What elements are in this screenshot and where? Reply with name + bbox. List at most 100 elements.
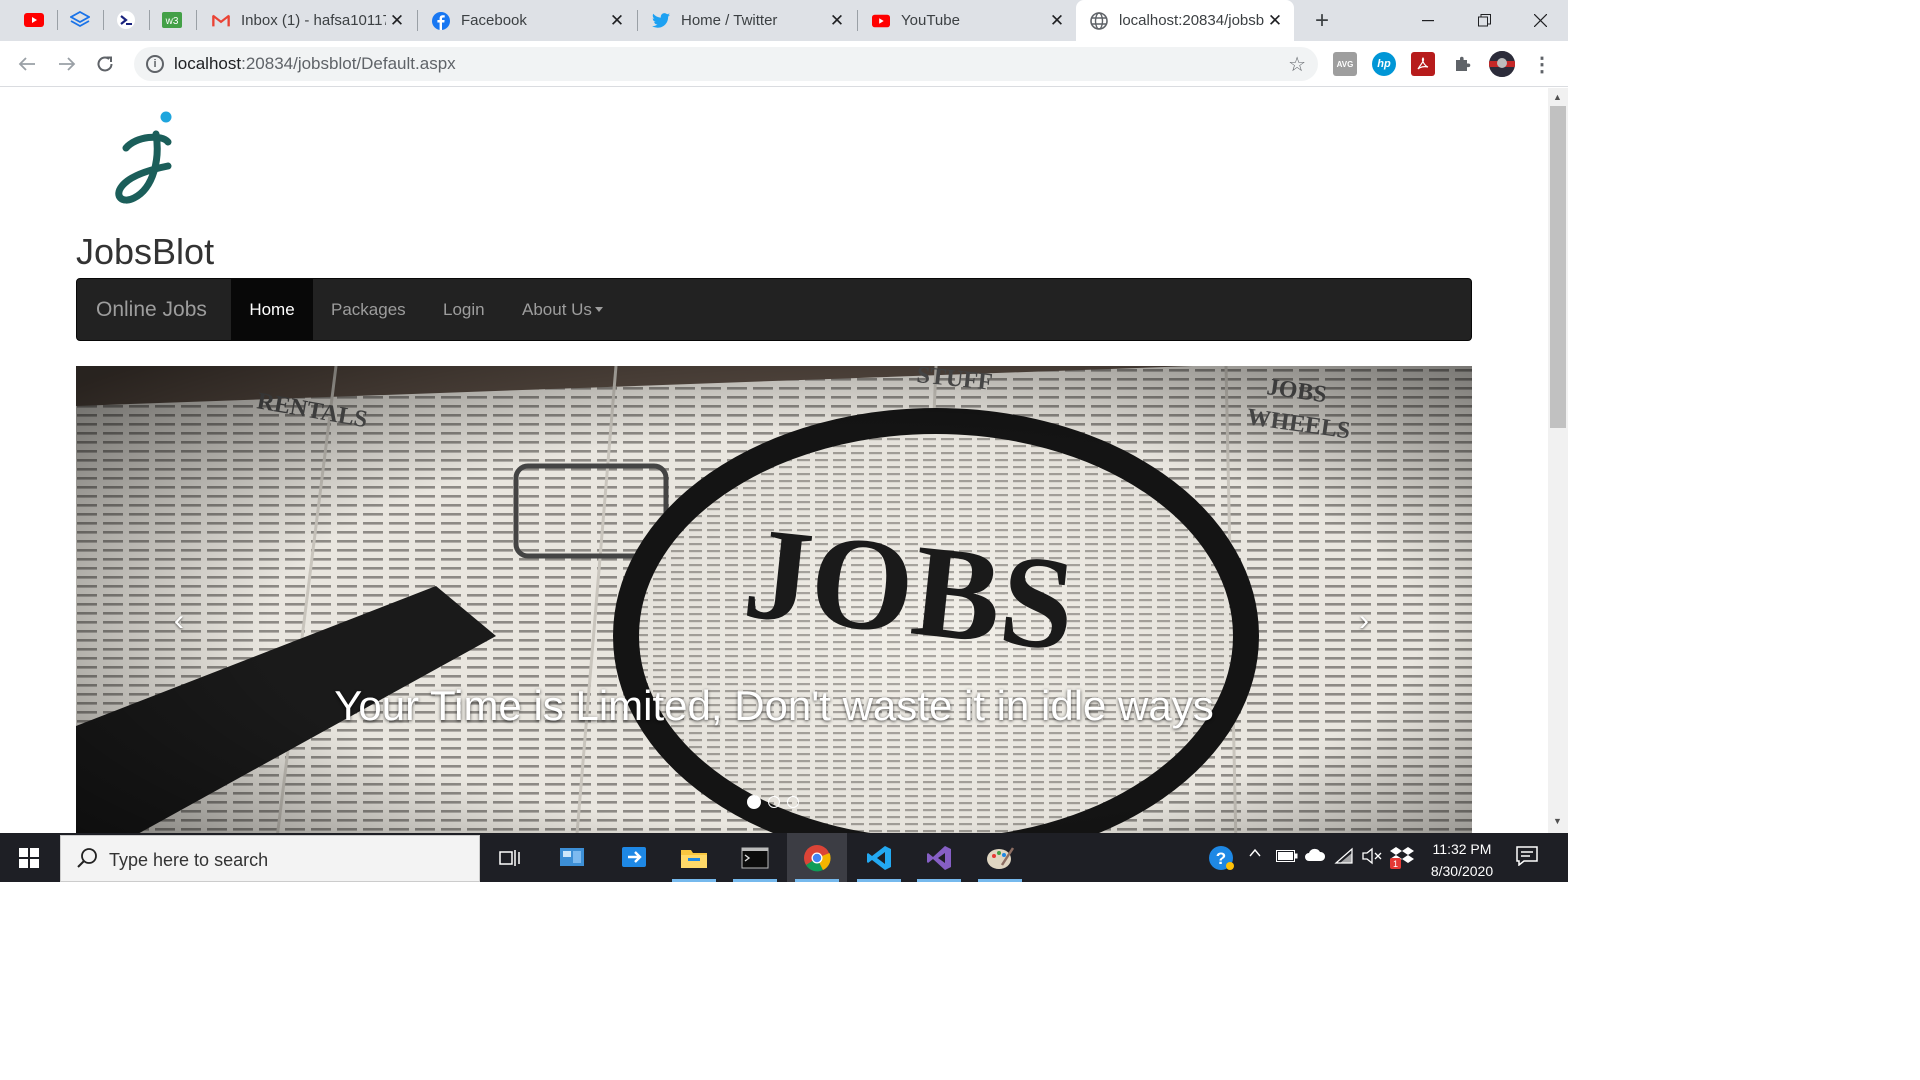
carousel-indicators — [747, 795, 799, 809]
profile-avatar[interactable] — [1489, 51, 1515, 77]
gmail-icon — [212, 12, 230, 30]
close-tab-icon[interactable]: ✕ — [826, 10, 848, 32]
layers-icon — [70, 11, 90, 28]
taskbar-app-cmd[interactable] — [725, 833, 785, 882]
command-prompt-icon — [741, 847, 769, 868]
back-button[interactable] — [12, 49, 42, 79]
wifi-icon[interactable] — [1334, 847, 1354, 869]
pinned-tab-terminal[interactable] — [104, 5, 148, 35]
pinned-tab-app[interactable]: w3 — [150, 5, 194, 35]
tab-youtube[interactable]: YouTube ✕ — [858, 0, 1076, 41]
nav-item-home[interactable]: Home — [231, 279, 313, 340]
youtube-icon — [24, 13, 44, 27]
vscode-icon — [867, 845, 891, 870]
search-icon — [77, 848, 97, 868]
start-button[interactable] — [0, 833, 58, 882]
restore-icon — [1477, 14, 1491, 27]
url-text[interactable]: localhost:20834/jobsblot/Default.aspx — [174, 54, 456, 74]
facebook-icon — [432, 11, 450, 30]
reload-button[interactable] — [90, 49, 120, 79]
forward-button[interactable] — [52, 49, 82, 79]
restore-button[interactable] — [1456, 0, 1512, 41]
taskbar-app-paint[interactable] — [970, 833, 1030, 882]
new-tab-button[interactable]: + — [1307, 6, 1337, 36]
tab-facebook[interactable]: Facebook ✕ — [418, 0, 636, 41]
taskbar-app-control-panel[interactable] — [542, 833, 602, 882]
scroll-up-icon[interactable]: ▲ — [1553, 92, 1562, 102]
hp-icon[interactable]: hp — [1372, 52, 1396, 76]
paint-palette-icon — [987, 846, 1014, 869]
task-view-icon — [499, 849, 520, 866]
search-placeholder: Type here to search — [109, 850, 269, 870]
action-center-button[interactable] — [1516, 846, 1538, 870]
taskbar-app-file-explorer[interactable] — [664, 833, 724, 882]
carousel-indicator[interactable] — [747, 795, 761, 809]
youtube-icon — [872, 12, 890, 30]
acrobat-icon[interactable] — [1411, 52, 1435, 76]
svg-text:?: ? — [1216, 849, 1226, 868]
minimize-button[interactable] — [1400, 0, 1456, 41]
tab-gmail[interactable]: Inbox (1) - hafsa10117 ✕ — [198, 0, 416, 41]
notification-icon — [1516, 846, 1538, 867]
tab-title: Inbox (1) - hafsa10117 — [241, 12, 386, 29]
info-icon[interactable]: i — [146, 55, 164, 73]
newspaper-jobs-image: RENTALS JOBS WHEELS STUFF JOBS — [76, 366, 1472, 833]
pinned-tab-youtube[interactable] — [12, 5, 56, 35]
nav-item-label: Login — [443, 299, 485, 319]
globe-icon — [1090, 11, 1108, 30]
carousel-next-button[interactable]: › — [1359, 604, 1369, 638]
close-tab-icon[interactable]: ✕ — [1264, 10, 1286, 32]
help-icon[interactable]: ? — [1208, 845, 1236, 875]
close-icon — [1533, 14, 1547, 27]
avg-icon[interactable]: AVG — [1333, 52, 1357, 76]
close-tab-icon[interactable]: ✕ — [1046, 10, 1068, 32]
battery-icon[interactable] — [1276, 849, 1298, 866]
chevron-up-icon[interactable] — [1248, 846, 1262, 864]
tab-localhost[interactable]: localhost:20834/jobsblot ✕ — [1076, 0, 1294, 41]
taskbar-app-sync[interactable] — [604, 833, 664, 882]
twitter-icon — [652, 12, 670, 30]
nav-item-about-us[interactable]: About Us — [504, 279, 621, 340]
clock-time: 11:32 PM — [1432, 841, 1492, 857]
taskbar-app-chrome[interactable] — [787, 833, 847, 882]
browser-tab-strip: w3 Inbox (1) - hafsa10117 ✕ Facebook ✕ H… — [0, 0, 1568, 41]
arrow-right-icon — [59, 57, 76, 71]
nav-item-packages[interactable]: Packages — [313, 279, 424, 340]
onedrive-cloud-icon[interactable] — [1304, 848, 1326, 866]
menu-kebab-icon[interactable]: ⋮ — [1530, 52, 1554, 76]
task-view-button[interactable] — [480, 833, 540, 882]
reload-icon — [97, 56, 113, 72]
carousel-indicator[interactable] — [768, 796, 780, 808]
url-host: localhost — [174, 54, 242, 73]
arrow-left-icon — [18, 57, 35, 71]
volume-muted-icon[interactable] — [1362, 847, 1384, 869]
nav-item-login[interactable]: Login — [425, 279, 503, 340]
minimize-icon — [1422, 19, 1434, 21]
navbar-brand[interactable]: Online Jobs — [96, 298, 207, 322]
tab-twitter[interactable]: Home / Twitter ✕ — [638, 0, 856, 41]
nav-item-label: About Us — [522, 299, 592, 319]
tab-title: YouTube — [901, 12, 960, 29]
taskbar-search-box[interactable]: Type here to search — [60, 835, 480, 882]
carousel-prev-button[interactable]: ‹ — [174, 604, 184, 638]
bookmark-star-icon[interactable]: ☆ — [1288, 52, 1306, 77]
svg-text:1: 1 — [1393, 859, 1398, 869]
dropbox-icon[interactable]: 1 — [1390, 845, 1414, 873]
visual-studio-icon — [927, 845, 951, 870]
taskbar-app-vscode[interactable] — [849, 833, 909, 882]
hero-carousel: RENTALS JOBS WHEELS STUFF JOBS ‹ › Your … — [76, 366, 1472, 833]
carousel-indicator[interactable] — [787, 796, 799, 808]
page-scrollbar[interactable]: ▲ ▼ — [1548, 88, 1568, 833]
close-tab-icon[interactable]: ✕ — [386, 10, 408, 32]
close-tab-icon[interactable]: ✕ — [606, 10, 628, 32]
scroll-down-icon[interactable]: ▼ — [1553, 816, 1562, 826]
puzzle-icon[interactable] — [1450, 52, 1474, 76]
taskbar-app-visual-studio[interactable] — [909, 833, 969, 882]
jobsblot-logo[interactable] — [104, 108, 184, 208]
sync-app-icon — [622, 846, 646, 867]
close-window-button[interactable] — [1512, 0, 1568, 41]
scrollbar-thumb[interactable] — [1550, 106, 1566, 428]
address-bar[interactable]: i localhost:20834/jobsblot/Default.aspx … — [134, 47, 1318, 81]
pinned-tab-layers[interactable] — [58, 5, 102, 35]
system-clock[interactable]: 11:32 PM 8/30/2020 — [1418, 838, 1506, 882]
